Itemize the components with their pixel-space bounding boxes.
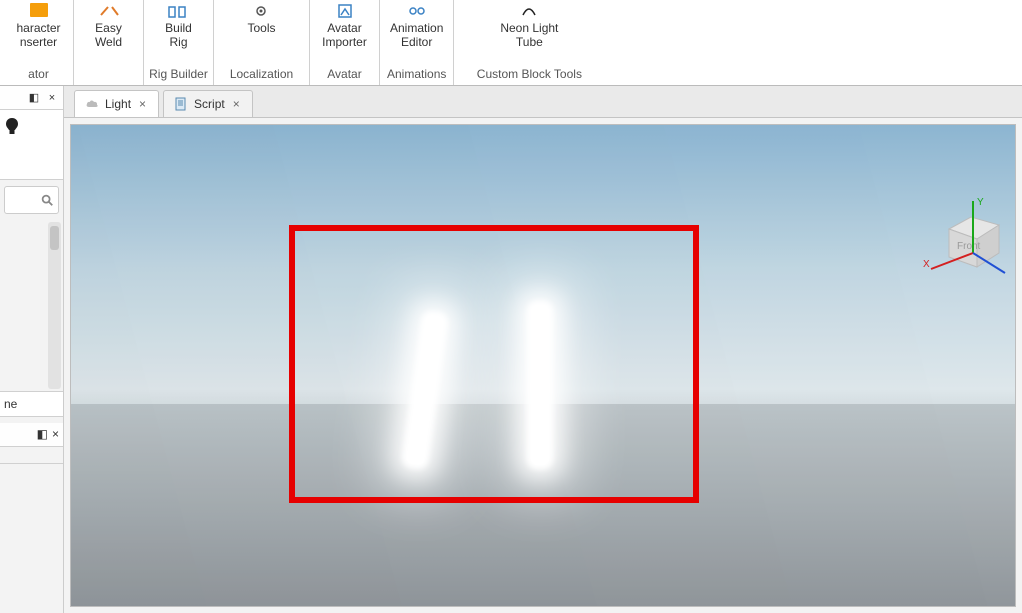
ribbon-group-label: Custom Block Tools: [458, 67, 600, 83]
toolbar-ribbon: haracter nserter ator Easy Weld B: [0, 0, 1022, 86]
panel-empty: [0, 447, 63, 613]
ribbon-item-line2: nserter: [20, 36, 57, 50]
build-rig-button[interactable]: Build Rig: [159, 2, 198, 50]
panel-body-toolbox: [0, 110, 63, 180]
panel-undock-icon[interactable]: ◧: [37, 427, 48, 441]
neon-icon: [517, 2, 541, 20]
ribbon-item-line2: Editor: [401, 36, 432, 50]
panel-row-ne[interactable]: ne: [0, 391, 63, 417]
ribbon-group-label: ator: [8, 67, 69, 83]
orange-square-icon: [27, 2, 51, 20]
cloud-icon: [85, 97, 99, 111]
neon-tube-object[interactable]: [531, 305, 549, 465]
ribbon-item-line1: Build: [165, 22, 192, 36]
tab-close-icon[interactable]: ×: [231, 97, 242, 111]
ribbon-group-label: Avatar: [314, 67, 375, 83]
ribbon-group-animations: Animation Editor Animations: [380, 0, 454, 85]
tab-light[interactable]: Light ×: [74, 90, 159, 117]
ribbon-group-label: [78, 81, 139, 83]
ribbon-item-line1: Avatar: [327, 22, 361, 36]
ribbon-group-label: Animations: [384, 67, 449, 83]
search-icon: [40, 193, 54, 207]
ribbon-item-line1: haracter: [16, 22, 60, 36]
panel-undock-icon[interactable]: ◧: [27, 91, 41, 105]
avatar-importer-button[interactable]: Avatar Importer: [316, 2, 373, 50]
panel-divider: [0, 463, 63, 464]
ribbon-group-avatar: Avatar Importer Avatar: [310, 0, 380, 85]
ribbon-item-line1: Animation: [390, 22, 443, 36]
ribbon-group-custom-block: Neon Light Tube Custom Block Tools: [454, 0, 604, 85]
ribbon-item-line1: Easy: [95, 22, 122, 36]
panel-header-1: ◧ ×: [0, 86, 63, 110]
easy-weld-button[interactable]: Easy Weld: [89, 2, 128, 50]
tab-label: Light: [105, 97, 131, 111]
panel-header-2: ◧ ×: [0, 423, 63, 447]
viewport-column: Light × Script ×: [64, 86, 1022, 613]
ribbon-group-label: Rig Builder: [148, 67, 209, 83]
ribbon-item-line2: Weld: [95, 36, 122, 50]
panel-close-icon[interactable]: ×: [52, 427, 59, 441]
main-area: ◧ × ne ◧ ×: [0, 86, 1022, 613]
left-dock-column: ◧ × ne ◧ ×: [0, 86, 64, 613]
ribbon-item-line2: Tube: [516, 36, 543, 50]
weld-icon: [97, 2, 121, 20]
avatar-icon: [333, 2, 357, 20]
animation-editor-button[interactable]: Animation Editor: [384, 2, 449, 50]
ribbon-group-rig-builder: Build Rig Rig Builder: [144, 0, 214, 85]
tab-label: Script: [194, 97, 225, 111]
panel-row-label: ne: [4, 397, 17, 411]
ribbon-item-line2: Importer: [322, 36, 367, 50]
search-input[interactable]: [4, 186, 59, 214]
neon-light-tube-button[interactable]: Neon Light Tube: [494, 2, 564, 50]
panel-scrollbar[interactable]: [48, 222, 61, 389]
ribbon-item-line1: Tools: [247, 22, 275, 36]
ribbon-group-weld: Easy Weld: [74, 0, 144, 85]
lightbulb-icon: [4, 116, 20, 138]
3d-viewport[interactable]: Front Y X: [70, 124, 1016, 607]
ribbon-group-label: Localization: [218, 67, 305, 83]
animation-icon: [405, 2, 429, 20]
ribbon-group-character: haracter nserter ator: [4, 0, 74, 85]
ribbon-item-line1: Neon Light: [500, 22, 558, 36]
panel-close-icon[interactable]: ×: [45, 91, 59, 105]
tab-close-icon[interactable]: ×: [137, 97, 148, 111]
document-tabs-bar: Light × Script ×: [64, 86, 1022, 118]
ribbon-item-line2: Rig: [169, 36, 187, 50]
script-icon: [174, 97, 188, 111]
rig-icon: [167, 2, 191, 20]
scrollbar-thumb[interactable]: [50, 226, 59, 250]
ribbon-group-localization: Tools Localization: [214, 0, 310, 85]
character-inserter-button[interactable]: haracter nserter: [10, 2, 66, 50]
tab-script[interactable]: Script ×: [163, 90, 253, 117]
tools-button[interactable]: Tools: [241, 2, 281, 36]
gear-icon: [249, 2, 273, 20]
